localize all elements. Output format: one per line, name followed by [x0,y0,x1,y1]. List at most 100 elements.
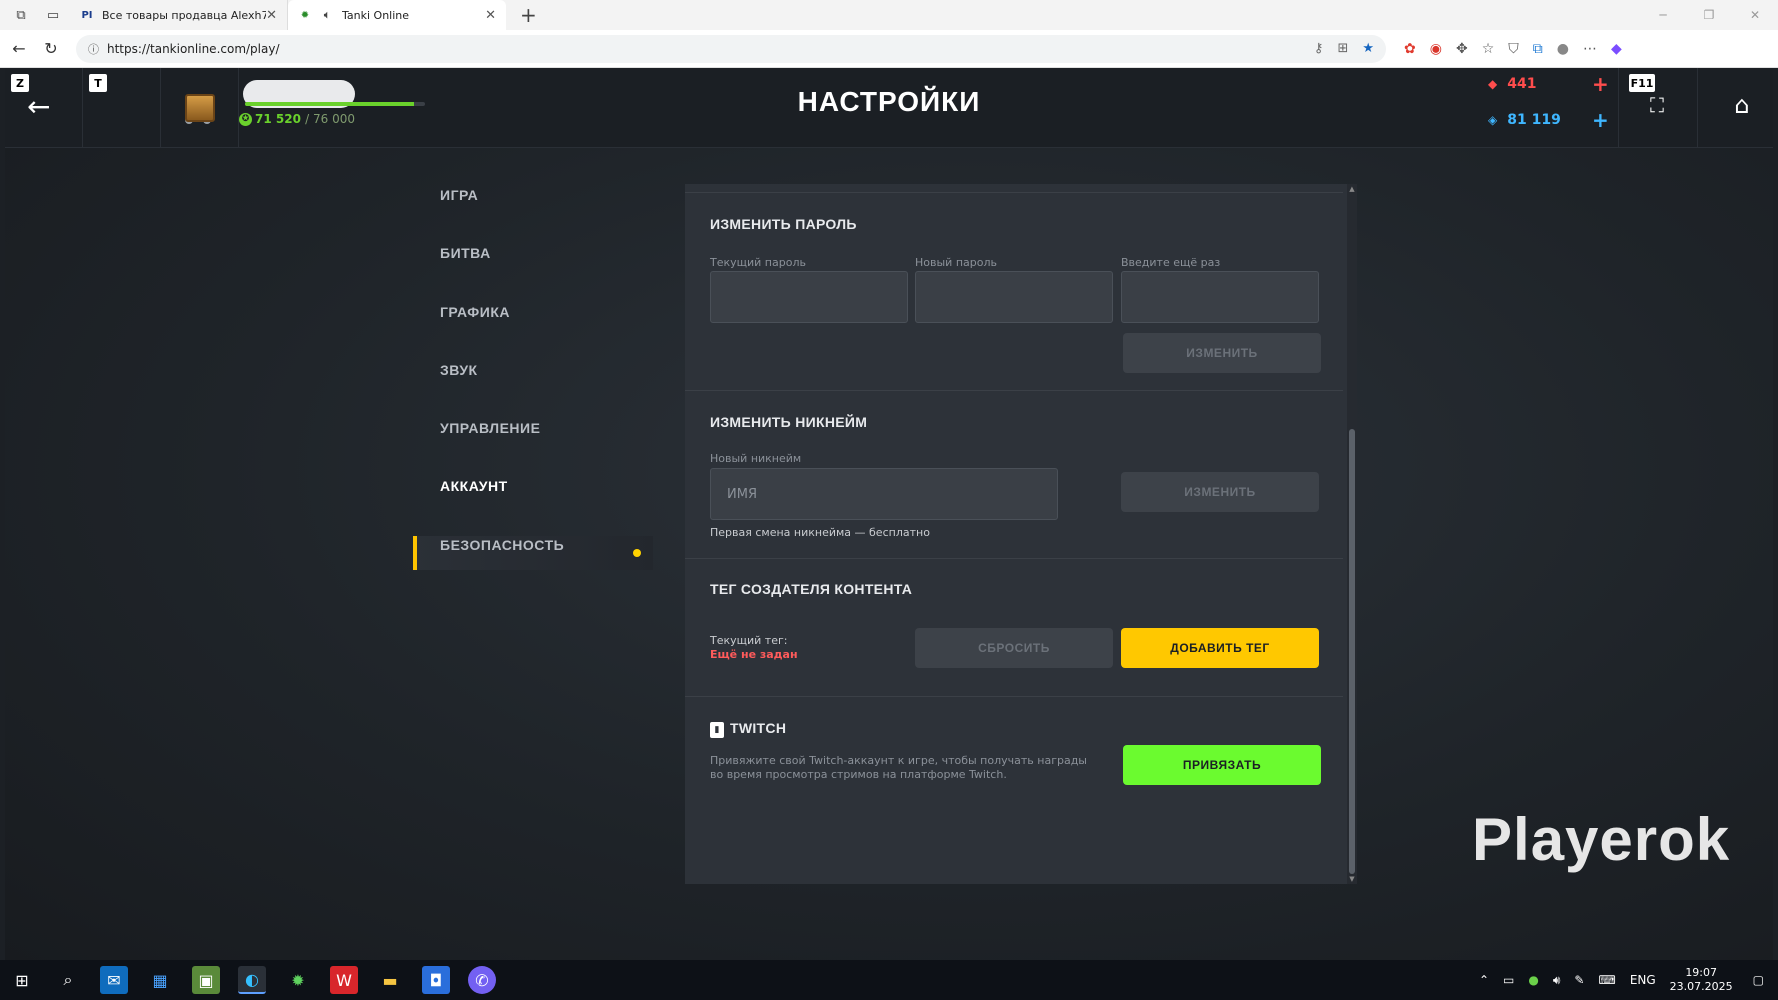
wps-office-icon[interactable]: W [330,966,358,994]
home-icon[interactable]: ⌂ [1729,92,1755,118]
clock-date: 23.07.2025 [1669,980,1733,993]
scroll-down-icon[interactable]: ▼ [1348,875,1356,883]
add-rubies-button[interactable]: + [1592,72,1609,96]
site-info-icon[interactable]: ⓘ [88,41,99,57]
extension-huawei-icon[interactable]: ✿ [1404,41,1416,57]
nav-item-game[interactable]: ИГРА [440,187,478,203]
nav-item-security[interactable]: БЕЗОПАСНОСТЬ [440,537,564,553]
tanki-app-icon[interactable]: ✹ [284,966,312,994]
edge-browser-icon[interactable]: ◐ [238,966,266,994]
twitch-icon: ▮ [710,722,724,738]
new-tab-icon[interactable]: + [520,3,537,27]
collections-icon[interactable]: ⧉ [1533,41,1543,57]
change-password-title: ИЗМЕНИТЬ ПАРОЛЬ [710,216,857,232]
speaker-icon[interactable]: 🔈︎ [320,8,334,22]
game-top-bar: Z ← T ✪ 71 520 / 76 000 НАСТРОЙКИ ◆ 441 … [5,68,1773,148]
pen-icon[interactable]: ✎ [1574,973,1584,987]
minimize-icon[interactable]: ─ [1640,0,1686,30]
restore-icon[interactable]: ❐ [1686,0,1732,30]
tray-chevron-icon[interactable]: ⌃ [1479,973,1489,987]
nav-item-battle[interactable]: БИТВА [440,245,491,261]
nav-item-sound[interactable]: ЗВУК [440,362,478,378]
add-crystals-button[interactable]: + [1592,108,1609,132]
volume-icon[interactable]: 🔊︎ [1553,973,1561,988]
url-field[interactable]: ⓘ https://tankionline.com/play/ ⚷ ⊞ ★ [76,34,1386,63]
scroll-up-icon[interactable]: ▲ [1348,185,1356,193]
tab-actions-icon[interactable]: ▭ [42,4,64,26]
twitch-description: Привяжите свой Twitch-аккаунт к игре, чт… [710,754,1087,781]
game-viewport: Z ← T ✪ 71 520 / 76 000 НАСТРОЙКИ ◆ 441 … [5,68,1773,960]
security-app-icon[interactable]: ◘ [422,966,450,994]
search-icon[interactable]: ⌕ [54,966,82,994]
favorite-star-icon[interactable]: ★ [1362,41,1374,56]
browser-tab-bar: ⧉ ▭ PI Все товары продавца Alexh707, ...… [0,0,1778,30]
account-settings-panel: ИЗМЕНИТЬ ПАРОЛЬ Текущий пароль Новый пар… [685,184,1357,884]
url-text: https://tankionline.com/play/ [107,41,280,56]
clock[interactable]: 19:07 23.07.2025 [1670,966,1733,994]
extension-adblock-icon[interactable]: ◉ [1430,41,1442,57]
windows-start-icon[interactable]: ⊞ [8,966,36,994]
nav-item-account[interactable]: АККАУНТ [440,478,508,494]
viber-icon[interactable]: ✆ [468,966,496,994]
content-tag-title: ТЕГ СОЗДАТЕЛЯ КОНТЕНТА [710,581,913,597]
reload-icon[interactable]: ↻ [38,36,64,62]
back-arrow-icon[interactable]: ← [6,36,32,62]
nickname-input[interactable]: ИМЯ [710,468,1058,520]
browser-tab-tanki[interactable]: ✹ 🔈︎ Tanki Online ✕ [288,0,506,30]
network-icon[interactable]: ▭ [1503,973,1514,987]
extensions-area: ✿ ◉ ✥ ☆ ⛉ ⧉ ● ⋯ ◆ [1404,41,1622,57]
twitch-title: TWITCH [730,720,787,736]
change-nickname-button[interactable]: ИЗМЕНИТЬ [1121,472,1319,512]
tab-title: Tanki Online [342,8,410,22]
language-indicator[interactable]: ENG [1630,973,1656,987]
reset-tag-button[interactable]: СБРОСИТЬ [915,628,1113,668]
crystal-icon: ◈ [1488,113,1498,127]
password-key-icon[interactable]: ⚷ [1314,41,1324,56]
app-available-icon[interactable]: ⊞ [1337,41,1348,56]
fullscreen-icon[interactable]: ⛶ [1646,94,1668,116]
playerok-favicon-icon: PI [81,9,93,21]
tray-app-icon[interactable]: ● [1528,973,1538,987]
nav-item-controls[interactable]: УПРАВЛЕНИЕ [440,420,540,436]
menu-more-icon[interactable]: ⋯ [1583,41,1597,57]
browser-address-bar: ← ↻ ⓘ https://tankionline.com/play/ ⚷ ⊞ … [0,30,1778,68]
current-tag-label: Текущий тег: [710,634,788,647]
copilot-icon[interactable]: ◆ [1611,41,1622,57]
current-password-label: Текущий пароль [710,256,806,269]
fullscreen-cell[interactable]: F11 ⛶ [1618,68,1698,148]
profile-avatar-icon[interactable]: ● [1557,41,1569,57]
notifications-icon[interactable]: ▢ [1753,973,1764,987]
minecraft-icon[interactable]: ▣ [192,966,220,994]
nickname-hint: Первая смена никнейма — бесплатно [710,526,930,539]
crystals-counter: ◈ 81 119 [1488,112,1561,128]
windows-taskbar: ⊞ ⌕ ✉ ▦ ▣ ◐ ✹ W ▬ ◘ ✆ ⌃ ▭ ● 🔊︎ ✎ ⌨ ENG 1… [0,960,1778,1000]
workspaces-icon[interactable]: ⧉ [10,4,32,26]
ruby-icon: ◆ [1488,77,1498,91]
outlook-icon[interactable]: ✉ [100,966,128,994]
panel-scrollbar[interactable]: ▲ ▼ [1347,184,1357,884]
hotkey-badge: F11 [1629,74,1655,92]
current-tag-value: Ещё не задан [710,648,798,661]
browser-tab-playerok[interactable]: PI Все товары продавца Alexh707, ... ✕ [70,0,288,30]
extensions-puzzle-icon[interactable]: ✥ [1456,41,1468,57]
close-tab-icon[interactable]: ✕ [485,8,496,23]
repeat-password-label: Введите ещё раз [1121,256,1221,269]
nav-item-graphics[interactable]: ГРАФИКА [440,304,510,320]
notification-dot [633,549,641,557]
window-controls: ─ ❐ ✕ [1640,0,1778,30]
scrollbar-thumb[interactable] [1349,429,1355,874]
favorites-icon[interactable]: ☆ [1482,41,1495,57]
new-password-input[interactable] [915,271,1113,323]
add-tag-button[interactable]: ДОБАВИТЬ ТЕГ [1121,628,1319,668]
close-tab-icon[interactable]: ✕ [266,8,277,23]
store-icon[interactable]: ▦ [146,966,174,994]
file-explorer-icon[interactable]: ▬ [376,966,404,994]
new-nickname-label: Новый никнейм [710,452,802,465]
keyboard-icon[interactable]: ⌨ [1598,973,1615,987]
browser-essentials-icon[interactable]: ⛉ [1508,41,1519,57]
close-window-icon[interactable]: ✕ [1732,0,1778,30]
link-twitch-button[interactable]: ПРИВЯЗАТЬ [1123,745,1321,785]
current-password-input[interactable] [710,271,908,323]
change-password-button[interactable]: ИЗМЕНИТЬ [1123,333,1321,373]
repeat-password-input[interactable] [1121,271,1319,323]
